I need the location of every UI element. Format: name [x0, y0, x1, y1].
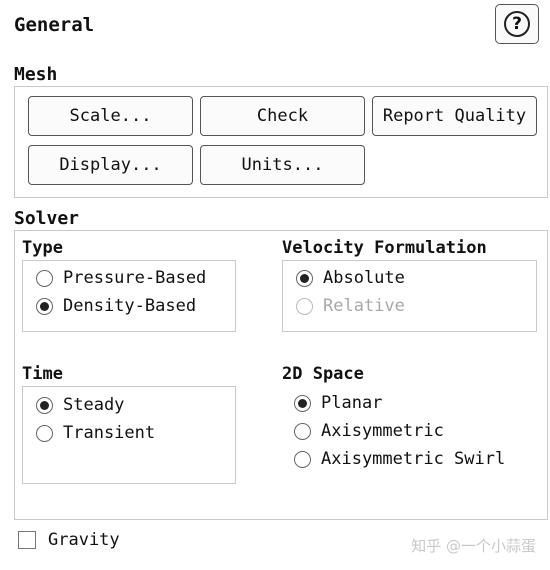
gravity-label: Gravity [48, 530, 120, 550]
time-label: Time [22, 364, 63, 384]
radio-density-based[interactable]: Density-Based [36, 296, 196, 316]
radio-relative-indicator [296, 297, 313, 315]
radio-axisymmetric[interactable]: Axisymmetric [294, 421, 444, 441]
radio-pressure-based-label: Pressure-Based [63, 268, 207, 288]
units-button[interactable]: Units... [200, 145, 365, 185]
radio-relative: Relative [296, 296, 405, 316]
2d-space-label: 2D Space [282, 364, 364, 384]
gravity-option[interactable]: Gravity [18, 530, 120, 550]
report-quality-button[interactable]: Report Quality [372, 96, 537, 136]
radio-steady[interactable]: Steady [36, 395, 124, 415]
radio-absolute-label: Absolute [323, 268, 405, 288]
radio-absolute-indicator[interactable] [296, 269, 313, 287]
check-button[interactable]: Check [200, 96, 365, 136]
help-button[interactable]: ? [495, 4, 539, 44]
type-label: Type [22, 238, 63, 258]
radio-relative-label: Relative [323, 296, 405, 316]
radio-density-based-label: Density-Based [63, 296, 197, 316]
radio-axisymmetric-swirl[interactable]: Axisymmetric Swirl [294, 449, 505, 469]
radio-transient-label: Transient [63, 423, 156, 443]
radio-axisymmetric-label: Axisymmetric [321, 421, 444, 441]
radio-axisymmetric-indicator[interactable] [294, 422, 311, 440]
scale-button[interactable]: Scale... [28, 96, 193, 136]
radio-density-based-indicator[interactable] [36, 297, 53, 315]
panel-title: General [14, 14, 95, 36]
velocity-formulation-label: Velocity Formulation [282, 238, 487, 258]
radio-transient-indicator[interactable] [36, 424, 53, 442]
solver-label: Solver [14, 208, 80, 229]
radio-axisymmetric-swirl-indicator[interactable] [294, 450, 311, 468]
radio-pressure-based[interactable]: Pressure-Based [36, 268, 206, 288]
radio-pressure-based-indicator[interactable] [36, 269, 53, 287]
gravity-checkbox[interactable] [18, 531, 36, 549]
radio-steady-label: Steady [63, 395, 125, 415]
radio-absolute[interactable]: Absolute [296, 268, 405, 288]
radio-planar-indicator[interactable] [294, 394, 311, 412]
mesh-label: Mesh [14, 64, 58, 85]
radio-steady-indicator[interactable] [36, 396, 53, 414]
radio-transient[interactable]: Transient [36, 423, 155, 443]
watermark-text: 知乎 @一个小蒜蛋 [411, 537, 536, 555]
radio-planar[interactable]: Planar [294, 393, 382, 413]
radio-axisymmetric-swirl-label: Axisymmetric Swirl [321, 449, 506, 469]
display-button[interactable]: Display... [28, 145, 193, 185]
question-mark-icon: ? [504, 11, 530, 37]
radio-planar-label: Planar [321, 393, 383, 413]
